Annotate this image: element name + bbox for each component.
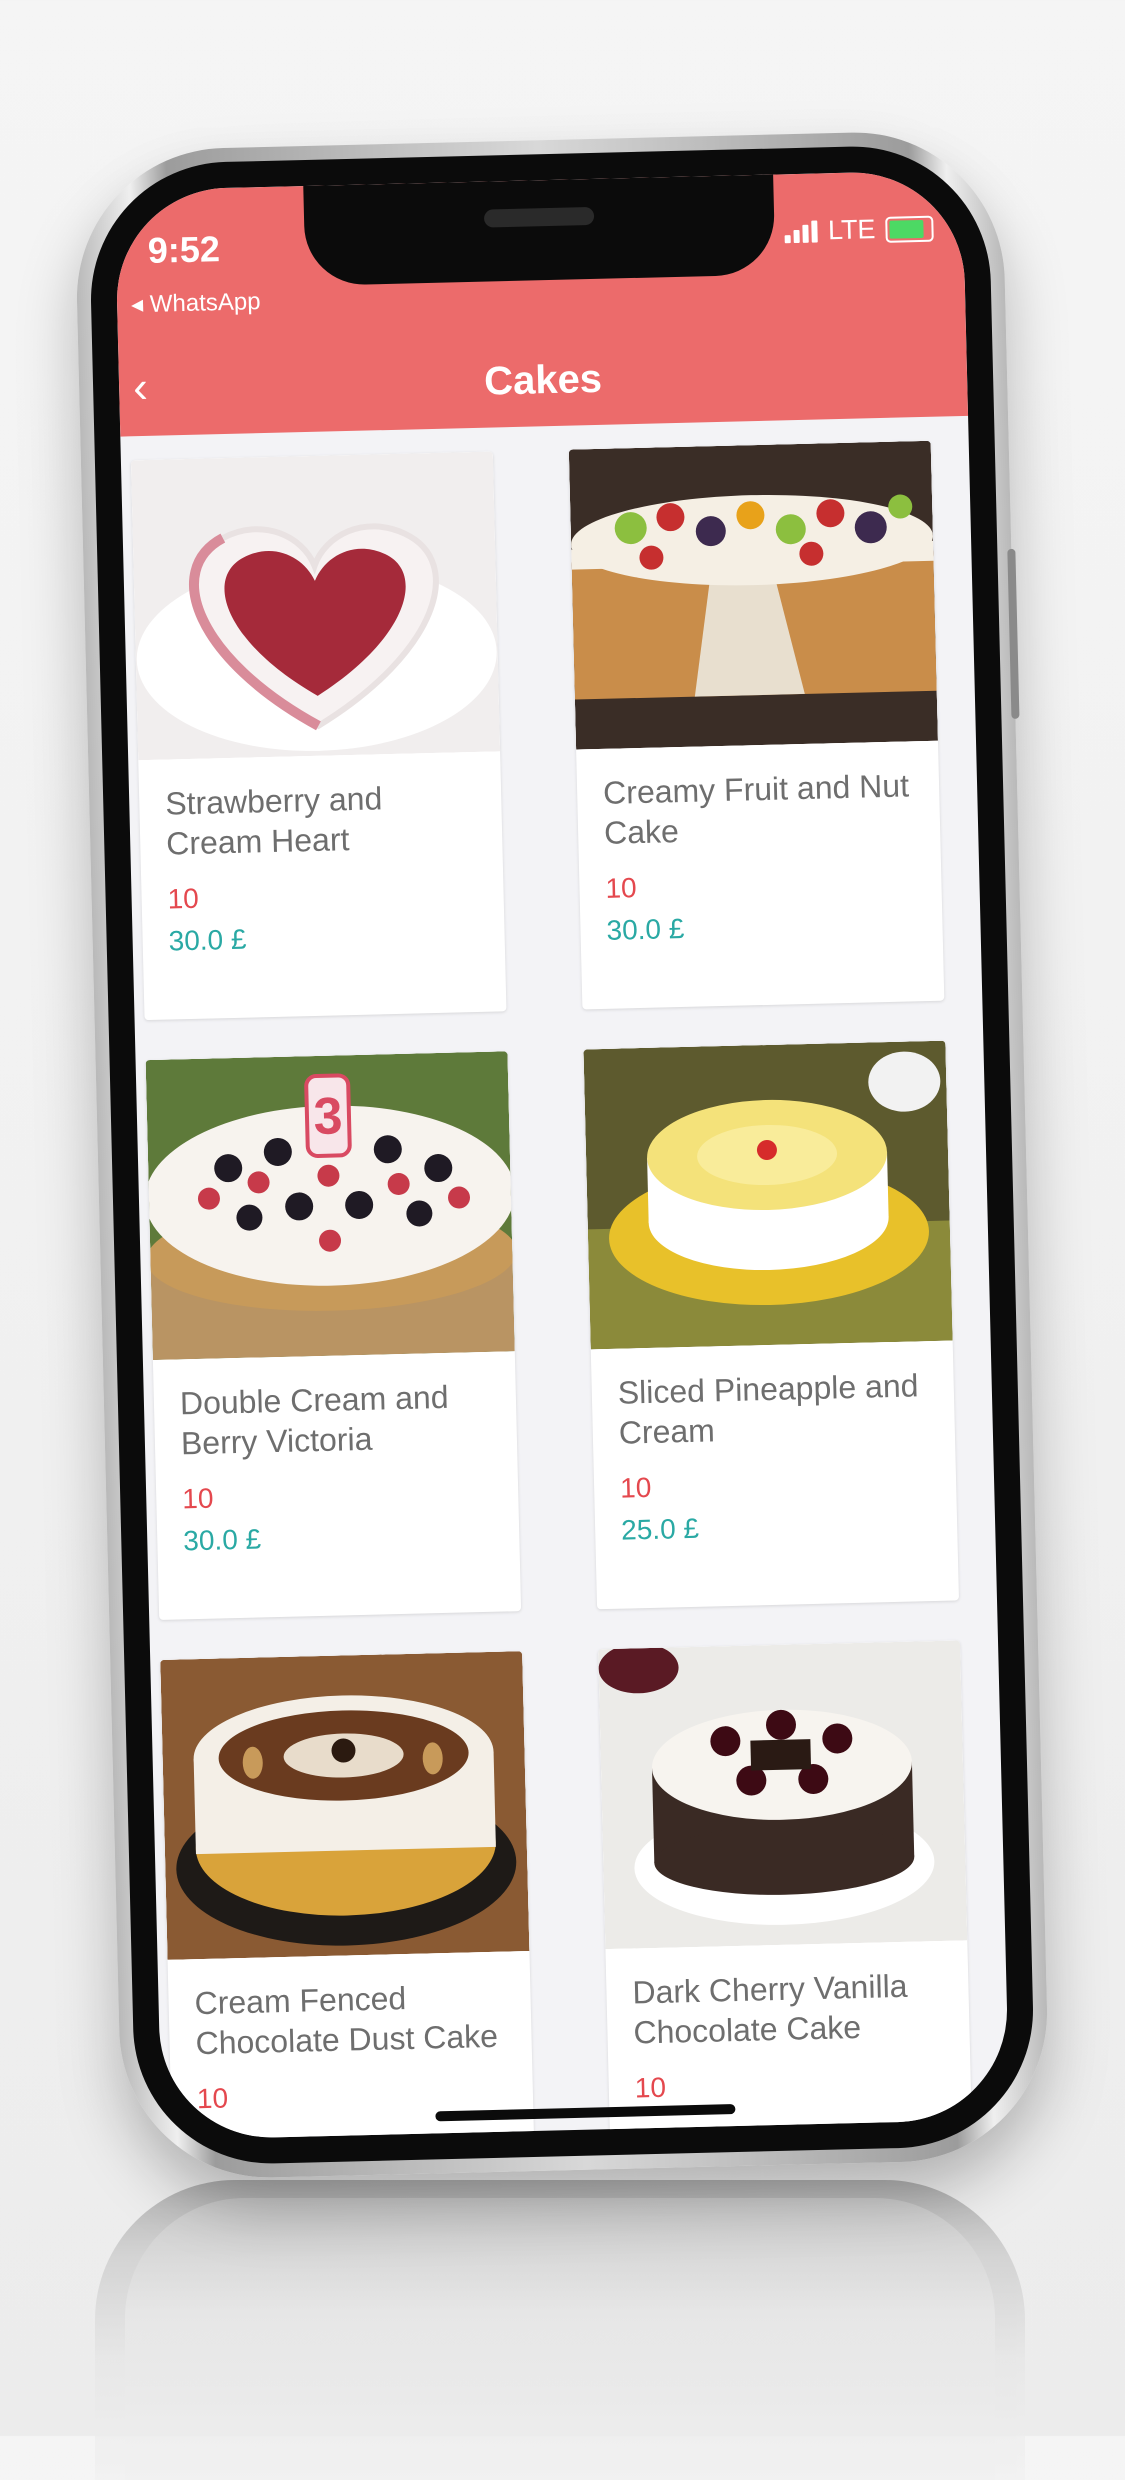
- product-count: 10: [619, 1471, 652, 1504]
- product-name: Dark Cherry Vanilla Chocolate Cake: [632, 1967, 908, 2051]
- strawberry-heart-cake-image: [130, 451, 501, 761]
- product-grid: Strawberry and Cream Heart 10 30.0 £ Cre…: [130, 440, 974, 2141]
- page-title: Cakes: [483, 356, 603, 404]
- product-name: Double Cream and Berry Victoria: [179, 1378, 449, 1462]
- product-card[interactable]: 3 Double Cream and Berry Victoria 10 30.…: [145, 1051, 522, 1620]
- product-name: Sliced Pineapple and Cream: [617, 1367, 919, 1451]
- product-card[interactable]: Cream Fenced Chocolate Dust Cake 10: [160, 1651, 536, 2141]
- svg-text:3: 3: [313, 1087, 343, 1146]
- signal-icon: [785, 219, 819, 243]
- product-count: 10: [605, 872, 638, 904]
- chocolate-dust-cake-image: [160, 1651, 530, 1960]
- speaker-grille: [483, 206, 595, 228]
- product-count: 10: [181, 1482, 214, 1515]
- berry-victoria-cake-image: 3: [145, 1051, 515, 1361]
- product-count: 10: [196, 2082, 229, 2115]
- product-name: Creamy Fruit and Nut Cake: [602, 767, 910, 851]
- product-name: Strawberry and Cream Heart: [164, 780, 383, 862]
- product-card[interactable]: Dark Cherry Vanilla Chocolate Cake 10: [598, 1640, 974, 2141]
- product-count: 10: [167, 882, 200, 915]
- app-screen: 9:52 ◂ WhatsApp LTE ‹ Cakes Strawberry a…: [114, 169, 1010, 2141]
- product-name: Cream Fenced Chocolate Dust Cake: [194, 1980, 499, 2062]
- back-app-label: WhatsApp: [149, 288, 261, 318]
- product-price: 30.0 £: [168, 923, 247, 957]
- pineapple-cream-cake-image: [583, 1040, 953, 1350]
- status-time: 9:52: [147, 228, 221, 271]
- back-to-app-link[interactable]: ◂ WhatsApp: [131, 287, 261, 319]
- fruit-nut-cake-image: [568, 440, 938, 750]
- battery-icon: [885, 215, 934, 243]
- product-count: 10: [634, 2071, 667, 2104]
- cherry-chocolate-cake-image: [598, 1640, 968, 1950]
- product-price: 30.0 £: [606, 912, 685, 946]
- phone-device: 9:52 ◂ WhatsApp LTE ‹ Cakes Strawberry a…: [73, 128, 1051, 2182]
- status-indicators: LTE: [785, 213, 934, 248]
- notch: [303, 174, 776, 287]
- product-price: 25.0 £: [620, 1512, 700, 1546]
- phone-reflection: [95, 2180, 1025, 2480]
- product-price: 30.0 £: [182, 1523, 262, 1557]
- product-card[interactable]: Sliced Pineapple and Cream 10 25.0 £: [583, 1040, 960, 1610]
- product-card[interactable]: Creamy Fruit and Nut Cake 10 30.0 £: [568, 440, 945, 1010]
- network-label: LTE: [827, 214, 876, 246]
- product-card[interactable]: Strawberry and Cream Heart 10 30.0 £: [130, 451, 507, 1021]
